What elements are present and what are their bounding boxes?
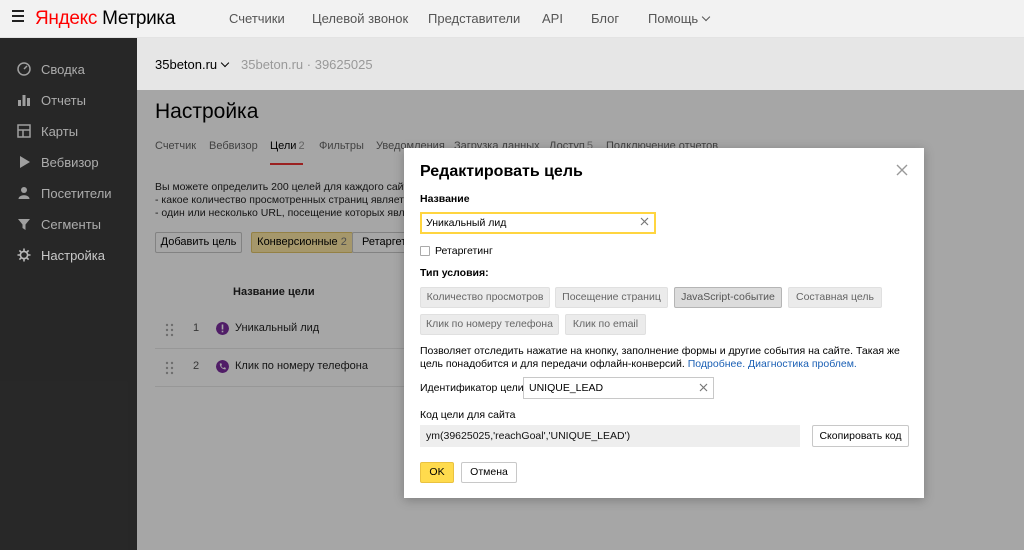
site-selector-label: 35beton.ru — [155, 57, 218, 72]
nav-representatives[interactable]: Представители — [428, 11, 520, 26]
condition-page-visit[interactable]: Посещение страниц — [555, 287, 668, 308]
logo[interactable]: Яндекс Метрика — [35, 8, 175, 30]
retargeting-label[interactable]: Ретаргетинг — [435, 245, 493, 257]
goal-code-label: Код цели для сайта — [420, 409, 516, 421]
condition-type-label: Тип условия: — [420, 267, 489, 279]
goal-id-input[interactable] — [523, 377, 714, 399]
chevron-down-icon — [701, 12, 711, 22]
goal-id-label: Идентификатор цели: — [420, 382, 527, 394]
name-label: Название — [420, 193, 470, 205]
condition-js-event[interactable]: JavaScript-событие — [674, 287, 782, 308]
clear-icon[interactable] — [640, 217, 649, 226]
copy-code-button[interactable]: Скопировать код — [812, 425, 909, 447]
sidebar-dim — [0, 38, 137, 550]
nav-help[interactable]: Помощь — [648, 11, 711, 26]
goal-name-input[interactable] — [420, 212, 656, 234]
edit-goal-dialog: Редактировать цель Название Ретаргетинг … — [404, 148, 924, 498]
clear-icon[interactable] — [699, 383, 708, 392]
chevron-down-icon — [220, 58, 230, 68]
nav-help-label: Помощь — [648, 11, 699, 26]
ok-button[interactable]: OK — [420, 462, 454, 483]
more-link[interactable]: Подробнее. — [688, 358, 745, 370]
cancel-button[interactable]: Отмена — [461, 462, 517, 483]
condition-phone-click[interactable]: Клик по номеру телефона — [420, 314, 559, 335]
top-bar: Яндекс Метрика Счетчики Целевой звонок П… — [0, 0, 1024, 38]
site-counter-info: 35beton.ru · 39625025 — [241, 57, 373, 72]
condition-page-views[interactable]: Количество просмотров — [420, 287, 550, 308]
site-bar: 35beton.ru 35beton.ru · 39625025 — [137, 38, 1024, 90]
retargeting-checkbox[interactable] — [420, 246, 430, 256]
nav-blog[interactable]: Блог — [591, 11, 619, 26]
logo-brand: Яндекс — [35, 8, 98, 29]
condition-composite[interactable]: Составная цель — [788, 287, 882, 308]
logo-product: Метрика — [102, 8, 176, 29]
close-icon[interactable] — [896, 164, 908, 176]
nav-counters[interactable]: Счетчики — [229, 11, 285, 26]
site-selector[interactable]: 35beton.ru — [155, 57, 230, 72]
goal-code-snippet[interactable]: ym(39625025,'reachGoal','UNIQUE_LEAD') — [420, 425, 800, 447]
condition-email-click[interactable]: Клик по email — [565, 314, 646, 335]
nav-target-call[interactable]: Целевой звонок — [312, 11, 408, 26]
dialog-title: Редактировать цель — [420, 163, 583, 180]
nav-api[interactable]: API — [542, 11, 563, 26]
condition-description: Позволяет отследить нажатие на кнопку, з… — [420, 345, 910, 371]
menu-icon[interactable] — [12, 10, 24, 24]
diagnostics-link[interactable]: Диагностика проблем. — [748, 358, 857, 370]
